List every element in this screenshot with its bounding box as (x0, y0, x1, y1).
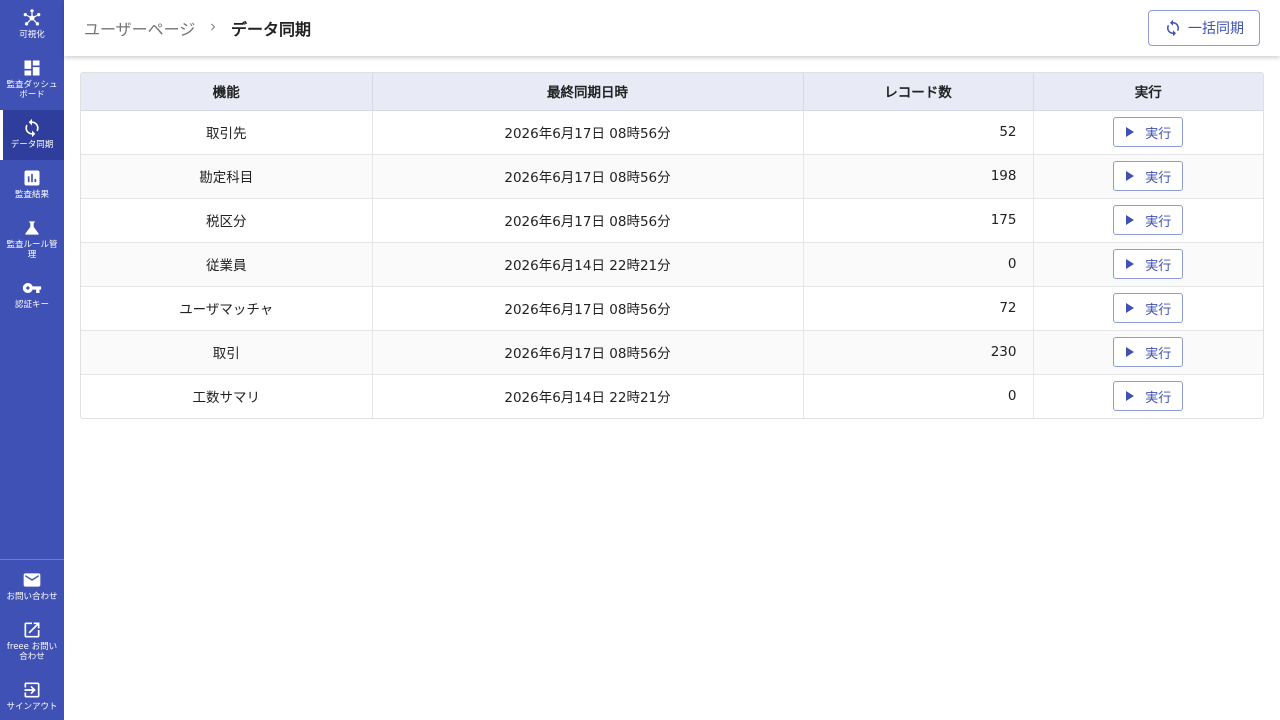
play-icon (1126, 303, 1135, 313)
run-button[interactable]: 実行 (1113, 205, 1184, 235)
record-count-cell: 0 (803, 242, 1034, 287)
nav-item-sign-out[interactable]: サインアウト (0, 672, 64, 718)
record-count-cell: 72 (803, 286, 1034, 331)
nav-label: データ同期 (10, 140, 54, 150)
table-row: 取引先 2026年6月17日 08時56分 52 実行 (81, 110, 1263, 155)
external-link-icon (24, 622, 40, 638)
action-cell: 実行 (1033, 110, 1263, 155)
nav-label: お問い合わせ (6, 592, 58, 602)
table-row: 税区分 2026年6月17日 08時56分 175 実行 (81, 198, 1263, 243)
run-label: 実行 (1145, 302, 1172, 318)
function-cell: ユーザマッチャ (81, 286, 373, 331)
sidebar: 可視化 監査ダッシュ ボード データ同期 監査結果 監査ルール管 理 認証キー (0, 0, 64, 720)
table-row: 取引 2026年6月17日 08時56分 230 実行 (81, 330, 1263, 375)
column-header-last-sync: 最終同期日時 (372, 73, 804, 111)
last-sync-cell: 2026年6月17日 08時56分 (372, 154, 804, 199)
record-count-cell: 52 (803, 110, 1034, 155)
nav-item-audit-dashboard[interactable]: 監査ダッシュ ボード (0, 50, 64, 108)
sidebar-divider (0, 559, 64, 560)
nav-item-audit-results[interactable]: 監査結果 (0, 160, 64, 208)
action-cell: 実行 (1033, 242, 1263, 287)
function-cell: 取引 (81, 330, 373, 375)
nav-label: 認証キー (14, 300, 49, 310)
nav-item-visualization[interactable]: 可視化 (0, 0, 64, 48)
last-sync-cell: 2026年6月17日 08時56分 (372, 286, 804, 331)
nav-label: 可視化 (19, 30, 45, 40)
nav-label: 監査ダッシュ ボード (6, 80, 58, 100)
last-sync-cell: 2026年6月17日 08時56分 (372, 198, 804, 243)
table-row: 従業員 2026年6月14日 22時21分 0 実行 (81, 242, 1263, 287)
nav-label: 監査ルール管 理 (6, 240, 58, 260)
sync-icon (25, 118, 39, 138)
play-icon (1126, 127, 1135, 137)
play-icon (1126, 391, 1135, 402)
dashboard-icon (24, 60, 40, 76)
play-icon (1126, 259, 1135, 269)
run-button[interactable]: 実行 (1113, 161, 1184, 191)
record-count-cell: 175 (803, 198, 1034, 243)
run-label: 実行 (1145, 390, 1172, 406)
nav-item-data-sync[interactable]: データ同期 (0, 110, 64, 160)
bulk-sync-label: 一括同期 (1188, 21, 1244, 37)
last-sync-cell: 2026年6月14日 22時21分 (372, 242, 804, 287)
key-icon (22, 283, 42, 293)
table-header-row: 機能 最終同期日時 レコード数 実行 (81, 73, 1263, 111)
logout-icon (24, 682, 40, 698)
flask-icon (25, 221, 39, 235)
nav-item-contact[interactable]: お問い合わせ (0, 562, 64, 608)
nav-item-freee-contact[interactable]: freee お問い 合わせ (0, 612, 64, 668)
action-cell: 実行 (1033, 154, 1263, 199)
sync-icon (1167, 19, 1179, 37)
bulk-sync-button[interactable]: 一括同期 (1148, 10, 1260, 46)
sync-table: 機能 最終同期日時 レコード数 実行 取引先 2026年6月17日 08時56分 5… (80, 72, 1264, 419)
page-title: データ同期 (231, 20, 312, 39)
action-cell: 実行 (1033, 374, 1263, 418)
function-cell: 従業員 (81, 242, 373, 287)
nav-label: freee お問い 合わせ (6, 642, 58, 662)
table-row: 勘定科目 2026年6月17日 08時56分 198 実行 (81, 154, 1263, 199)
run-label: 実行 (1145, 170, 1172, 186)
record-count-cell: 0 (803, 374, 1034, 418)
run-button[interactable]: 実行 (1113, 293, 1184, 323)
chevron-right-icon (211, 23, 216, 31)
run-label: 実行 (1145, 346, 1172, 362)
nav-item-auth-key[interactable]: 認証キー (0, 270, 64, 316)
column-header-action: 実行 (1033, 73, 1263, 111)
action-cell: 実行 (1033, 198, 1263, 243)
run-button[interactable]: 実行 (1113, 337, 1184, 367)
nav-item-audit-rules[interactable]: 監査ルール管 理 (0, 210, 64, 268)
play-icon (1126, 215, 1135, 225)
column-header-function: 機能 (81, 73, 373, 111)
run-button[interactable]: 実行 (1113, 381, 1184, 412)
function-cell: 工数サマリ (81, 374, 373, 418)
bar-chart-icon (24, 170, 40, 186)
play-icon (1126, 347, 1135, 357)
function-cell: 税区分 (81, 198, 373, 243)
last-sync-cell: 2026年6月14日 22時21分 (372, 374, 804, 418)
action-cell: 実行 (1033, 286, 1263, 331)
run-label: 実行 (1145, 126, 1172, 142)
column-header-record-count: レコード数 (803, 73, 1034, 111)
mail-icon (23, 573, 41, 587)
table-row: 工数サマリ 2026年6月14日 22時21分 0 実行 (81, 374, 1263, 418)
action-cell: 実行 (1033, 330, 1263, 375)
run-label: 実行 (1145, 214, 1172, 230)
function-cell: 勘定科目 (81, 154, 373, 199)
table-row: ユーザマッチャ 2026年6月17日 08時56分 72 実行 (81, 286, 1263, 331)
run-label: 実行 (1145, 258, 1172, 274)
record-count-cell: 198 (803, 154, 1034, 199)
run-button[interactable]: 実行 (1113, 249, 1184, 279)
function-cell: 取引先 (81, 110, 373, 155)
nav-label: 監査結果 (14, 190, 49, 200)
breadcrumb-parent-link[interactable]: ユーザーページ (84, 16, 195, 40)
hub-icon (23, 9, 41, 26)
last-sync-cell: 2026年6月17日 08時56分 (372, 110, 804, 155)
nav-label: サインアウト (6, 702, 58, 712)
record-count-cell: 230 (803, 330, 1034, 375)
play-icon (1126, 171, 1135, 181)
run-button[interactable]: 実行 (1113, 117, 1184, 147)
last-sync-cell: 2026年6月17日 08時56分 (372, 330, 804, 375)
top-bar: ユーザーページ データ同期 一括同期 (64, 0, 1280, 56)
